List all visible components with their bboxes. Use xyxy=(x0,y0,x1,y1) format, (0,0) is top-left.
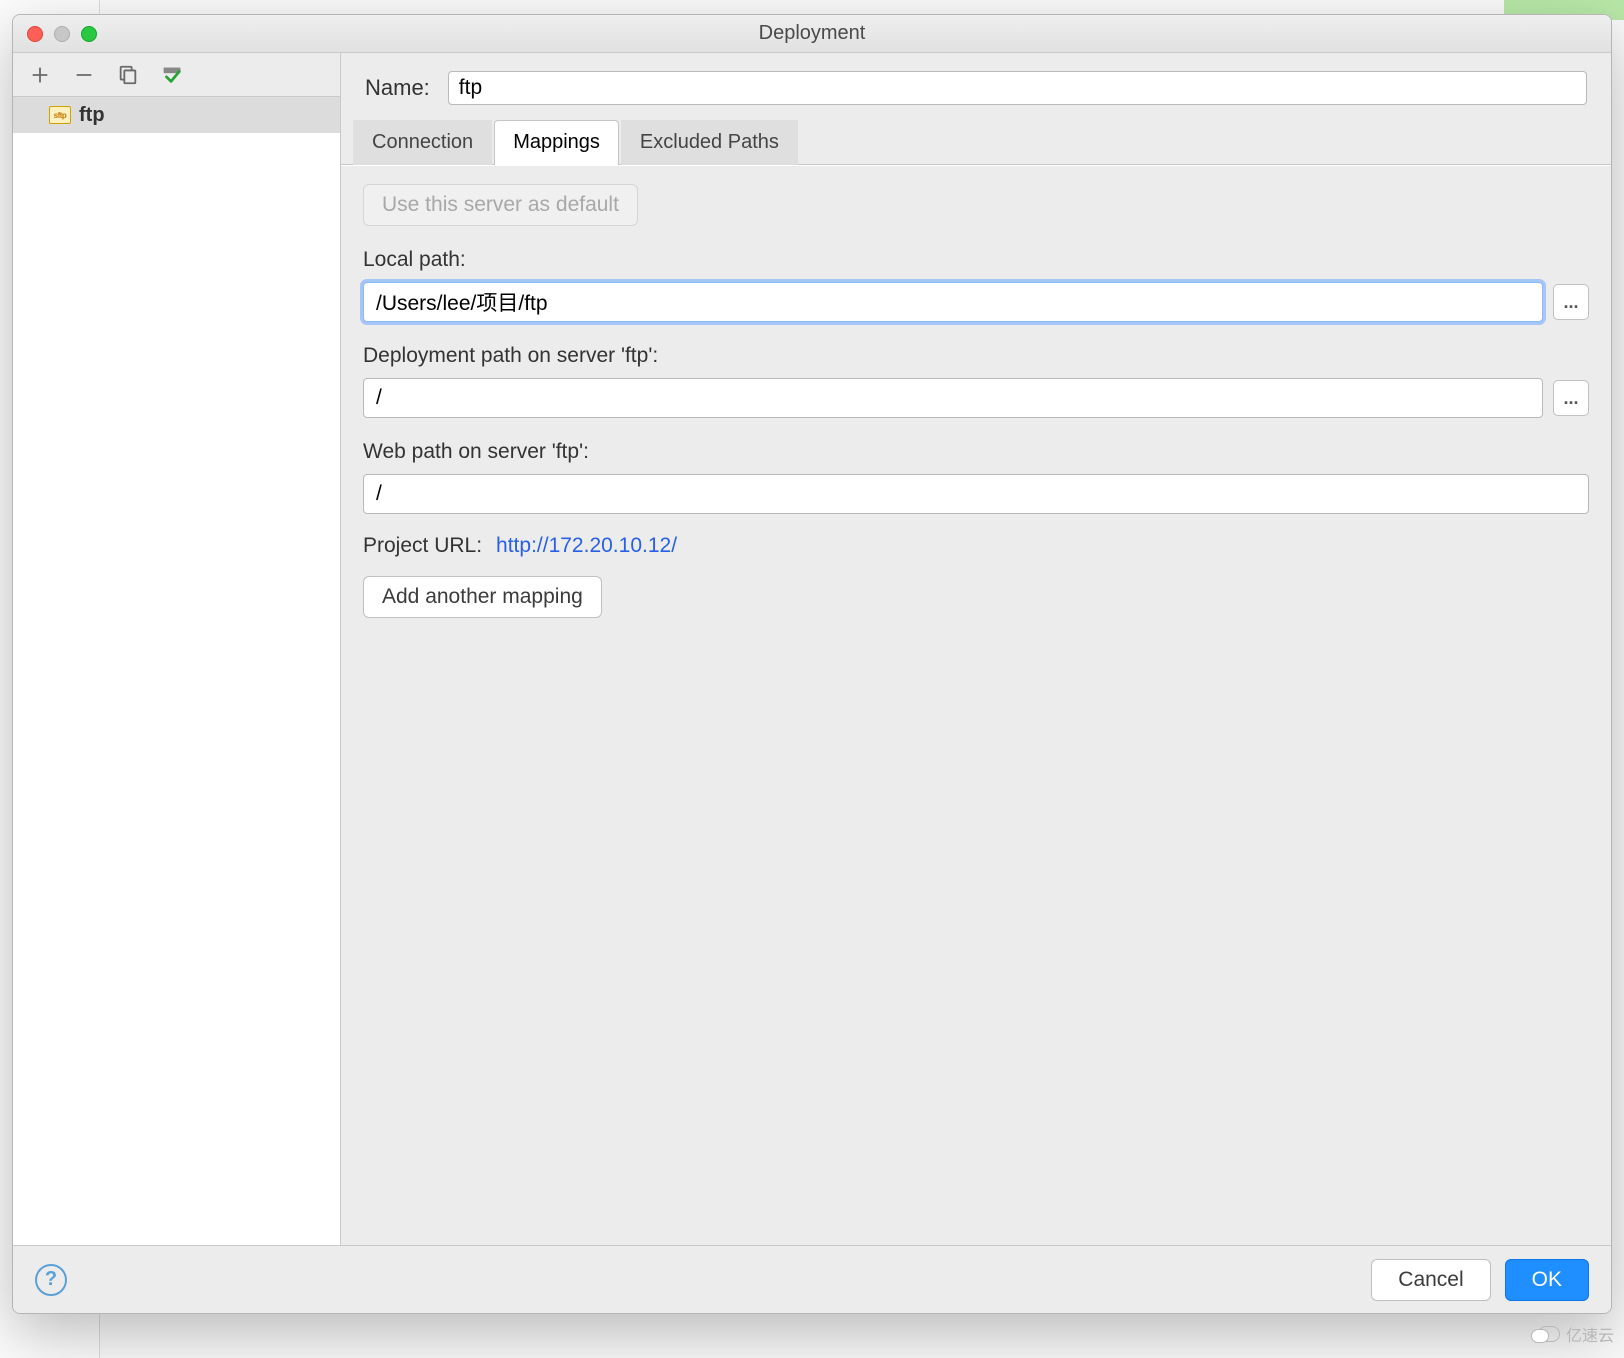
watermark: 亿速云 xyxy=(1538,1322,1614,1346)
remove-server-button[interactable] xyxy=(71,62,97,88)
sidebar: sftp ftp xyxy=(13,53,341,1245)
tabs: Connection Mappings Excluded Paths xyxy=(341,119,1611,165)
main-panel: Name: Connection Mappings Excluded Paths… xyxy=(341,53,1611,1245)
project-url-link[interactable]: http://172.20.10.12/ xyxy=(496,534,677,558)
dialog-title: Deployment xyxy=(13,22,1611,45)
cancel-button[interactable]: Cancel xyxy=(1371,1259,1490,1301)
cloud-icon xyxy=(1538,1326,1560,1342)
web-path-input[interactable] xyxy=(363,474,1589,514)
add-mapping-button[interactable]: Add another mapping xyxy=(363,576,602,618)
project-url-label: Project URL: xyxy=(363,534,482,558)
name-label: Name: xyxy=(365,75,430,101)
sftp-icon: sftp xyxy=(49,106,71,124)
checkmark-icon xyxy=(161,64,183,86)
server-item-label: ftp xyxy=(79,104,105,127)
deploy-path-input[interactable] xyxy=(363,378,1543,418)
dialog-footer: ? Cancel OK xyxy=(13,1245,1611,1313)
server-list[interactable]: sftp ftp xyxy=(13,97,340,1245)
add-server-button[interactable] xyxy=(27,62,53,88)
watermark-text: 亿速云 xyxy=(1566,1322,1614,1346)
set-default-button[interactable] xyxy=(159,62,185,88)
minus-icon xyxy=(73,64,95,86)
local-path-browse-button[interactable]: ... xyxy=(1553,284,1589,320)
server-item-ftp[interactable]: sftp ftp xyxy=(13,97,340,133)
tab-mappings[interactable]: Mappings xyxy=(494,120,619,165)
local-path-label: Local path: xyxy=(363,248,1589,272)
deploy-path-browse-button[interactable]: ... xyxy=(1553,380,1589,416)
name-input[interactable] xyxy=(448,71,1587,105)
web-path-label: Web path on server 'ftp': xyxy=(363,440,1589,464)
plus-icon xyxy=(29,64,51,86)
tab-excluded-paths[interactable]: Excluded Paths xyxy=(621,120,798,165)
tab-connection[interactable]: Connection xyxy=(353,120,492,165)
ok-button[interactable]: OK xyxy=(1505,1259,1589,1301)
sidebar-toolbar xyxy=(13,53,340,97)
use-as-default-button: Use this server as default xyxy=(363,184,638,226)
help-icon[interactable]: ? xyxy=(35,1264,67,1296)
deploy-path-label: Deployment path on server 'ftp': xyxy=(363,344,1589,368)
mappings-panel: Use this server as default Local path: .… xyxy=(341,165,1611,1245)
copy-icon xyxy=(117,64,139,86)
deployment-dialog: Deployment sftp ftp xyxy=(12,14,1612,1314)
local-path-input[interactable] xyxy=(363,282,1543,322)
copy-server-button[interactable] xyxy=(115,62,141,88)
titlebar: Deployment xyxy=(13,15,1611,53)
